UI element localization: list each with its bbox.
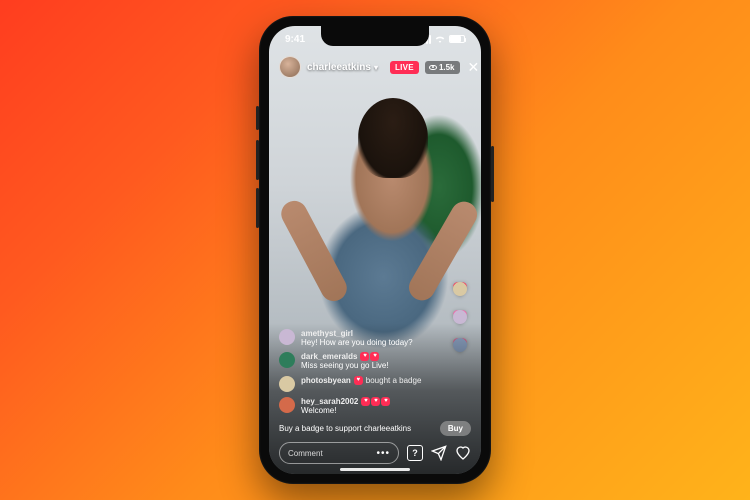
like-button[interactable] bbox=[455, 445, 471, 461]
notch bbox=[321, 26, 429, 46]
supporter-badges: ♥ bbox=[354, 376, 363, 385]
comment-item[interactable]: amethyst_girlHey! How are you doing toda… bbox=[279, 329, 471, 347]
share-icon[interactable] bbox=[431, 445, 447, 461]
comment-item[interactable]: dark_emeralds♥♥Miss seeing you go Live! bbox=[279, 352, 471, 370]
streamer-username[interactable]: charleeatkins ▾ bbox=[307, 62, 378, 73]
battery-icon bbox=[449, 35, 465, 43]
eye-icon bbox=[429, 65, 437, 70]
commenter-avatar bbox=[279, 376, 295, 392]
supporter-badges: ♥♥♥ bbox=[361, 397, 390, 406]
home-indicator[interactable] bbox=[340, 468, 410, 471]
chevron-down-icon: ▾ bbox=[374, 63, 378, 72]
badge-cta: Buy a badge to support charleeatkins Buy bbox=[279, 421, 471, 436]
streamer-avatar[interactable] bbox=[279, 56, 301, 78]
comment-text: Welcome! bbox=[301, 406, 390, 415]
phone-frame: 9:41 charleeatkins ▾ LIVE 1.5k bbox=[259, 16, 491, 484]
viewer-count[interactable]: 1.5k bbox=[425, 61, 460, 74]
comment-item[interactable]: hey_sarah2002♥♥♥Welcome! bbox=[279, 397, 471, 415]
commenter-username: photosbyean bbox=[301, 376, 351, 385]
live-badge: LIVE bbox=[390, 61, 419, 74]
supporter-badges: ♥♥ bbox=[360, 352, 379, 361]
action-row: Comment ••• ? bbox=[279, 442, 471, 464]
comment-item[interactable]: photosbyean♥ bought a badge bbox=[279, 376, 471, 392]
comment-input[interactable]: Comment ••• bbox=[279, 442, 399, 464]
questions-icon[interactable]: ? bbox=[407, 445, 423, 461]
live-footer: amethyst_girlHey! How are you doing toda… bbox=[269, 323, 481, 474]
commenter-username: amethyst_girl bbox=[301, 329, 353, 338]
comment-placeholder: Comment bbox=[288, 449, 323, 458]
more-options-icon[interactable]: ••• bbox=[376, 448, 390, 459]
close-button[interactable]: ✕ bbox=[466, 60, 481, 74]
commenter-username: hey_sarah2002 bbox=[301, 397, 358, 406]
buy-badge-button[interactable]: Buy bbox=[440, 421, 471, 436]
comment-list[interactable]: amethyst_girlHey! How are you doing toda… bbox=[279, 329, 471, 415]
phone-screen: 9:41 charleeatkins ▾ LIVE 1.5k bbox=[269, 26, 481, 474]
commenter-avatar bbox=[279, 352, 295, 368]
comment-text: Hey! How are you doing today? bbox=[301, 338, 413, 347]
cta-text: Buy a badge to support charleeatkins bbox=[279, 424, 434, 433]
wifi-icon bbox=[434, 35, 446, 44]
commenter-avatar bbox=[279, 329, 295, 345]
commenter-avatar bbox=[279, 397, 295, 413]
live-header: charleeatkins ▾ LIVE 1.5k ✕ bbox=[269, 56, 481, 78]
comment-text: Miss seeing you go Live! bbox=[301, 361, 389, 370]
reaction-heart bbox=[451, 280, 469, 298]
commenter-username: dark_emeralds bbox=[301, 352, 357, 361]
status-time: 9:41 bbox=[285, 34, 305, 45]
